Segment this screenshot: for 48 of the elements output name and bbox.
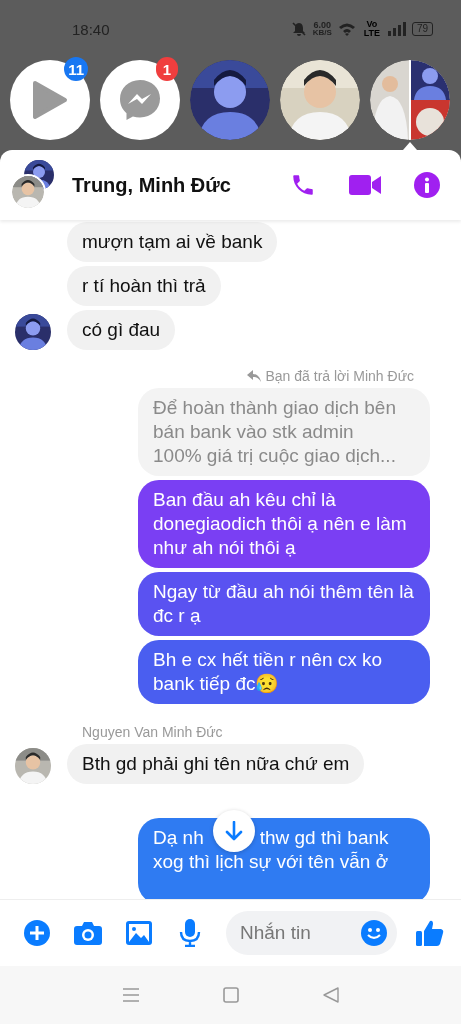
play-icon (32, 80, 68, 120)
messenger-icon (118, 78, 162, 122)
add-button[interactable] (22, 918, 52, 948)
message-bubble: Dạ nh thw gd thì bank xog thì lịch sự với tên vẫn ở (138, 818, 430, 899)
phone-icon (290, 172, 316, 198)
back-button[interactable] (322, 987, 339, 1003)
sender-name: Nguyen Van Minh Đức (81, 724, 224, 740)
message-input[interactable]: Nhắn tin (226, 911, 397, 955)
message-bubble: r tí hoàn thì trả (67, 266, 221, 306)
chat-title: Trung, Minh Đức (72, 173, 232, 197)
camera-icon (74, 921, 102, 945)
home-button[interactable] (222, 987, 239, 1003)
unread-badge: 1 (156, 57, 178, 81)
volte-label: Vo LTE (362, 20, 382, 38)
like-button[interactable] (415, 918, 445, 948)
message-bubble: Ban đầu ah kêu chỉ là donegiaodich thôi ạ nên e làm như ah nói thôi ạ (138, 480, 430, 568)
down-arrow-icon (225, 821, 243, 841)
video-camera-icon (349, 174, 381, 196)
quoted-message: Để hoàn thành giao dịch bên bán bank vào stk admin 100% giá trị cuộc giao dịch... (138, 388, 430, 476)
message-bubble: Bh e cx hết tiền r nên cx ko bank tiếp đc😥 (138, 640, 430, 704)
message-bubble: có gì đau (67, 310, 176, 350)
image-icon (126, 921, 152, 945)
mute-icon (290, 21, 307, 37)
message-bubble: Ngay từ đầu ah nói thêm tên là đc r ạ (138, 572, 430, 636)
gallery-button[interactable] (124, 918, 154, 948)
menu-icon (122, 988, 139, 1002)
reply-icon (246, 370, 261, 382)
microphone-icon (179, 919, 201, 947)
avatar (15, 748, 51, 784)
network-speed: 6.00 KB/S (312, 21, 332, 37)
unread-badge: 11 (64, 57, 88, 81)
scroll-down-button[interactable] (213, 810, 255, 852)
message-bubble: mượn tạm ai về bank (67, 222, 278, 262)
reply-note-text: Bạn đã trả lời Minh Đức (265, 368, 414, 384)
back-icon (322, 987, 339, 1003)
thumbs-up-icon (416, 919, 444, 947)
plus-icon (24, 920, 50, 946)
emoji-icon[interactable] (361, 920, 387, 946)
menu-button[interactable] (122, 988, 139, 1002)
signal-icon (387, 22, 406, 36)
message-bubble: Bth gd phải ghi tên nữa chứ em (67, 744, 365, 784)
battery-level: 79 (411, 22, 433, 36)
avatar (15, 314, 51, 350)
info-icon (414, 172, 440, 198)
clock: 18:40 (72, 20, 110, 38)
info-button[interactable] (411, 169, 443, 201)
wifi-icon (337, 22, 356, 36)
square-icon (222, 987, 239, 1003)
